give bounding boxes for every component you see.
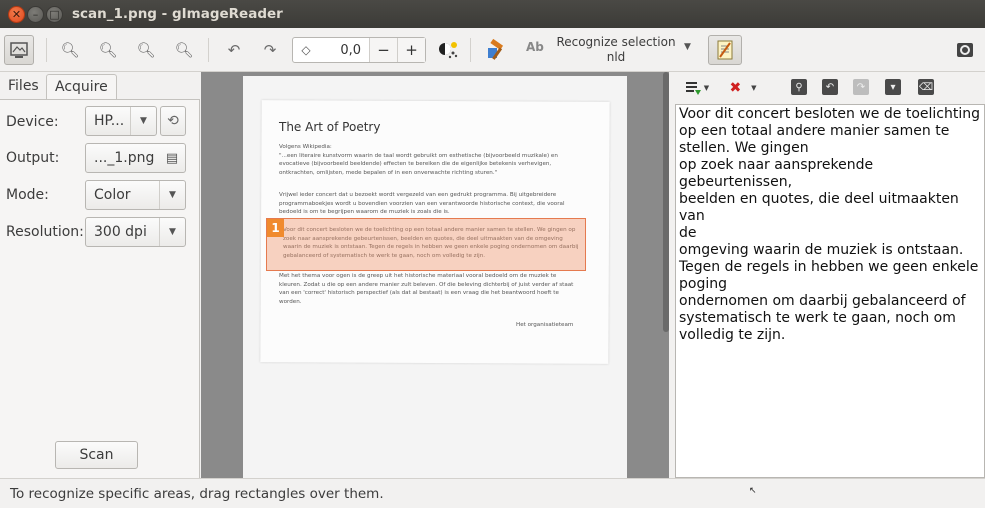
refresh-devices-button[interactable]: ⟲ — [160, 106, 186, 136]
image-sources-icon — [10, 42, 28, 58]
tab-files[interactable]: Files — [0, 74, 47, 100]
insert-append-icon — [685, 82, 701, 95]
insert-mode-button[interactable]: ▼ — [682, 79, 712, 97]
chevron-down-icon: ▼ — [159, 181, 185, 209]
redo-button[interactable]: ↷ — [853, 79, 869, 95]
rotate-right-button[interactable]: ↷ — [255, 35, 285, 65]
autodetect-layout-button[interactable] — [482, 35, 512, 65]
strip-linebreaks-icon: ✖ — [729, 80, 742, 96]
output-label: Output: — [6, 150, 60, 166]
chevron-down-icon: ▼ — [751, 84, 757, 92]
settings-button[interactable] — [950, 35, 980, 65]
search-icon: ⚲ — [795, 81, 803, 93]
scanned-page: The Art of Poetry Volgens Wikipedia: "..… — [243, 76, 627, 478]
recognize-dropdown-icon[interactable]: ▼ — [684, 42, 691, 52]
zoom-out-icon: 🔍︎ — [98, 41, 118, 59]
clear-icon: ⌫ — [918, 81, 934, 93]
status-message: To recognize specific areas, drag rectan… — [10, 486, 384, 502]
minimize-window-button[interactable]: – — [27, 6, 44, 23]
resolution-label: Resolution: — [6, 224, 84, 240]
save-output-button[interactable]: ▾ — [885, 79, 901, 95]
scan-button[interactable]: Scan — [55, 441, 138, 469]
output-pane-toggle[interactable] — [708, 35, 742, 65]
zoom-original-icon: 🔍︎ — [174, 41, 194, 59]
recognize-selection-button[interactable]: Ab Recognize selection nld ▼ — [522, 34, 698, 66]
selection-rectangle[interactable] — [266, 218, 586, 271]
document-paragraph-1: Volgens Wikipedia: "...een literaire kun… — [279, 144, 558, 176]
brightness-contrast-icon — [439, 42, 458, 59]
zoom-in-button[interactable]: 🔍︎ — [55, 35, 85, 65]
zoom-in-icon: 🔍︎ — [60, 41, 80, 59]
document-title: The Art of Poetry — [279, 120, 381, 134]
document-paragraph-4: Met het thema voor ogen is de greep uit … — [279, 273, 574, 305]
chevron-down-icon: ▼ — [703, 84, 710, 92]
main-toolbar: 🔍︎ 🔍︎ 🔍︎ 🔍︎ ↶ ↷ ◇ 0,0 − + Ab Recognize s… — [0, 28, 985, 72]
status-bar: To recognize specific areas, drag rectan… — [0, 478, 985, 508]
recognize-language: nld — [606, 50, 626, 64]
rotate-left-icon: ↶ — [227, 41, 241, 59]
rotation-increase-button[interactable]: + — [397, 38, 425, 62]
rotation-spinbox[interactable]: ◇ 0,0 − + — [292, 37, 426, 63]
rotation-icon: ◇ — [301, 43, 311, 57]
find-replace-button[interactable]: ⚲ — [791, 79, 807, 95]
close-window-button[interactable]: ✕ — [8, 6, 25, 23]
zoom-fit-button[interactable]: 🔍︎ — [131, 35, 161, 65]
sidebar-tabs: Files Acquire — [0, 72, 200, 100]
resolution-value: 300 dpi — [94, 224, 147, 240]
output-document-icon — [717, 40, 733, 60]
selection-number-badge: 1 — [267, 219, 284, 237]
output-field[interactable]: ..._1.png ▤ — [85, 143, 186, 173]
canvas-scrollbar[interactable] — [663, 72, 669, 332]
output-value: ..._1.png — [94, 150, 155, 166]
clear-output-button[interactable]: ⌫ — [918, 79, 934, 95]
image-controls-button[interactable] — [433, 35, 463, 65]
zoom-original-button[interactable]: 🔍︎ — [169, 35, 199, 65]
title-bar: ✕ – □ scan_1.png - gImageReader — [0, 0, 985, 28]
redo-icon: ↷ — [856, 81, 866, 93]
recognized-text[interactable]: Voor dit concert besloten we de toelicht… — [676, 105, 984, 345]
mode-value: Color — [94, 187, 131, 203]
undo-icon: ↶ — [825, 81, 835, 93]
rotation-value[interactable]: 0,0 — [319, 43, 369, 58]
preferences-icon — [957, 43, 973, 57]
refresh-icon: ⟲ — [167, 113, 179, 129]
rotation-decrease-button[interactable]: − — [369, 38, 397, 62]
mode-label: Mode: — [6, 187, 49, 203]
image-sources-toggle[interactable] — [4, 35, 34, 65]
maximize-window-button[interactable]: □ — [46, 6, 63, 23]
output-text-area[interactable]: Voor dit concert besloten we de toelicht… — [675, 104, 985, 478]
chevron-down-icon: ▼ — [159, 218, 185, 246]
device-value: HP... — [94, 113, 125, 129]
hammer-icon — [488, 38, 504, 60]
document-signature: Het organisatieteam — [516, 322, 574, 328]
resolution-select[interactable]: 300 dpi ▼ — [85, 217, 186, 247]
zoom-fit-icon: 🔍︎ — [136, 41, 156, 59]
save-icon: ▾ — [890, 81, 896, 93]
device-label: Device: — [6, 114, 59, 130]
mouse-cursor-icon: ↖ — [749, 486, 757, 496]
recognize-label: Recognize selection — [556, 35, 676, 49]
recognize-icon: Ab — [526, 40, 544, 54]
chevron-down-icon: ▼ — [130, 107, 156, 135]
acquire-panel: Device: HP... ▼ ⟲ Output: ..._1.png ▤ Mo… — [0, 99, 200, 478]
strip-linebreaks-button[interactable]: ✖ ▼ — [726, 79, 760, 97]
browse-folder-icon[interactable]: ▤ — [159, 144, 185, 172]
tab-acquire[interactable]: Acquire — [46, 74, 117, 100]
image-canvas[interactable]: The Art of Poetry Volgens Wikipedia: "..… — [201, 72, 669, 478]
device-select[interactable]: HP... ▼ — [85, 106, 157, 136]
mode-select[interactable]: Color ▼ — [85, 180, 186, 210]
undo-button[interactable]: ↶ — [822, 79, 838, 95]
output-toolbar: ▼ ✖ ▼ ⚲ ↶ ↷ ▾ ⌫ — [670, 72, 985, 104]
document-paragraph-2: Vrijwel ieder concert dat u bezoekt word… — [279, 192, 565, 215]
rotate-left-button[interactable]: ↶ — [219, 35, 249, 65]
rotate-right-icon: ↷ — [263, 41, 277, 59]
zoom-out-button[interactable]: 🔍︎ — [93, 35, 123, 65]
window-title: scan_1.png - gImageReader — [72, 6, 283, 22]
